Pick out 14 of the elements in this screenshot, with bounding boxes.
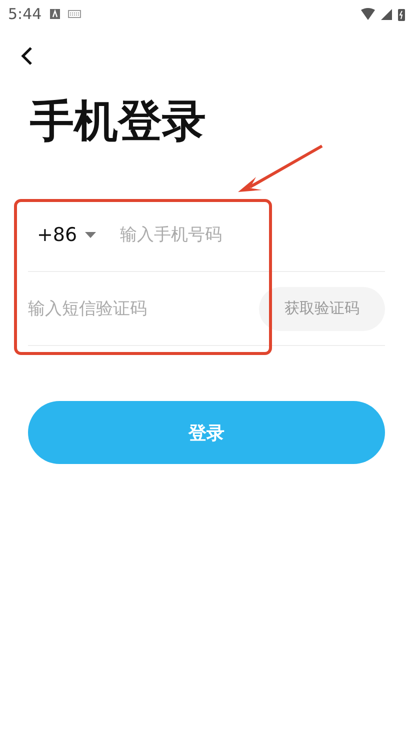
caret-icon — [85, 232, 96, 238]
notification-a-icon — [50, 9, 60, 19]
signal-icon — [381, 8, 392, 20]
get-code-button[interactable]: 获取验证码 — [259, 286, 385, 330]
wifi-icon — [361, 8, 375, 20]
country-code-dropdown[interactable]: +86 — [37, 224, 120, 246]
keyboard-icon — [68, 10, 81, 18]
battery-icon — [398, 8, 405, 20]
login-button[interactable]: 登录 — [28, 401, 385, 464]
code-input[interactable]: 输入短信验证码 — [28, 298, 259, 318]
phone-input[interactable]: 输入手机号码 — [120, 224, 385, 244]
back-icon[interactable] — [20, 46, 34, 66]
page-title: 手机登录 — [30, 95, 207, 149]
status-time: 5:44 — [8, 5, 42, 23]
